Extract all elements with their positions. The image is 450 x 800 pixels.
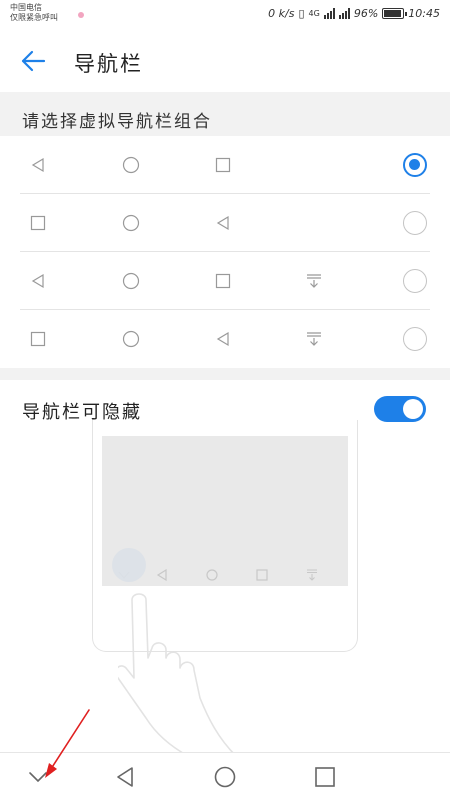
nav-combination-option-4[interactable] xyxy=(20,310,430,368)
app-bar: 导航栏 xyxy=(0,30,450,92)
home-circle-icon xyxy=(121,271,141,291)
nav-combination-option-2[interactable] xyxy=(20,194,430,252)
nav-combination-list xyxy=(0,136,450,368)
recents-square-icon xyxy=(28,329,48,349)
toggle-knob xyxy=(403,399,423,419)
notification-pulldown-icon xyxy=(304,329,324,349)
signal-no-sim-icon xyxy=(338,8,350,19)
signal-icon xyxy=(323,8,335,19)
clock: 10:45 xyxy=(408,7,440,20)
carrier-name: 中国电信 xyxy=(10,3,42,12)
status-bar: 中国电信 仅限紧急呼叫 0 k/s ▯ 4G 96% 10:45 xyxy=(0,0,450,30)
hide-nav-section: 导航栏可隐藏 xyxy=(0,380,450,757)
hide-nav-toggle[interactable] xyxy=(374,396,426,422)
recents-square-icon xyxy=(213,271,233,291)
notification-pulldown-icon xyxy=(304,271,324,291)
home-circle-icon xyxy=(206,569,218,581)
back-triangle-icon xyxy=(28,271,48,291)
annotation-arrow-icon xyxy=(45,709,90,778)
status-icons: 0 k/s ▯ 4G 96% 10:45 xyxy=(268,7,440,20)
home-circle-icon[interactable] xyxy=(213,765,237,789)
radio-unselected[interactable] xyxy=(403,211,427,235)
page-title: 导航栏 xyxy=(74,52,143,76)
back-arrow-icon[interactable] xyxy=(18,46,48,76)
recents-square-icon[interactable] xyxy=(313,765,337,789)
network-type: 4G xyxy=(308,9,320,18)
radio-selected[interactable] xyxy=(403,153,427,177)
recents-square-icon xyxy=(256,569,268,581)
home-circle-icon xyxy=(121,329,141,349)
back-triangle-icon xyxy=(28,155,48,175)
network-speed: 0 k/s xyxy=(268,7,295,20)
home-circle-icon xyxy=(121,155,141,175)
recents-square-icon xyxy=(213,155,233,175)
carrier-info: 中国电信 仅限紧急呼叫 xyxy=(10,3,58,23)
back-triangle-icon xyxy=(213,213,233,233)
vibrate-icon: ▯ xyxy=(298,7,305,20)
back-triangle-icon[interactable] xyxy=(113,765,137,789)
nav-combination-option-1[interactable] xyxy=(20,136,430,194)
touch-point-icon xyxy=(112,548,146,582)
notification-dot-icon xyxy=(78,12,84,18)
battery-icon xyxy=(382,8,408,19)
battery-percent: 96% xyxy=(353,7,379,20)
radio-unselected[interactable] xyxy=(403,269,427,293)
section-label: 请选择虚拟导航栏组合 xyxy=(22,112,212,132)
back-triangle-icon xyxy=(213,329,233,349)
notification-pulldown-icon xyxy=(307,569,317,581)
carrier-status: 仅限紧急呼叫 xyxy=(10,13,58,22)
back-triangle-icon xyxy=(156,569,167,581)
home-circle-icon xyxy=(121,213,141,233)
swipe-hand-icon xyxy=(118,593,237,757)
radio-unselected[interactable] xyxy=(403,327,427,351)
nav-combination-option-3[interactable] xyxy=(20,252,430,310)
recents-square-icon xyxy=(28,213,48,233)
